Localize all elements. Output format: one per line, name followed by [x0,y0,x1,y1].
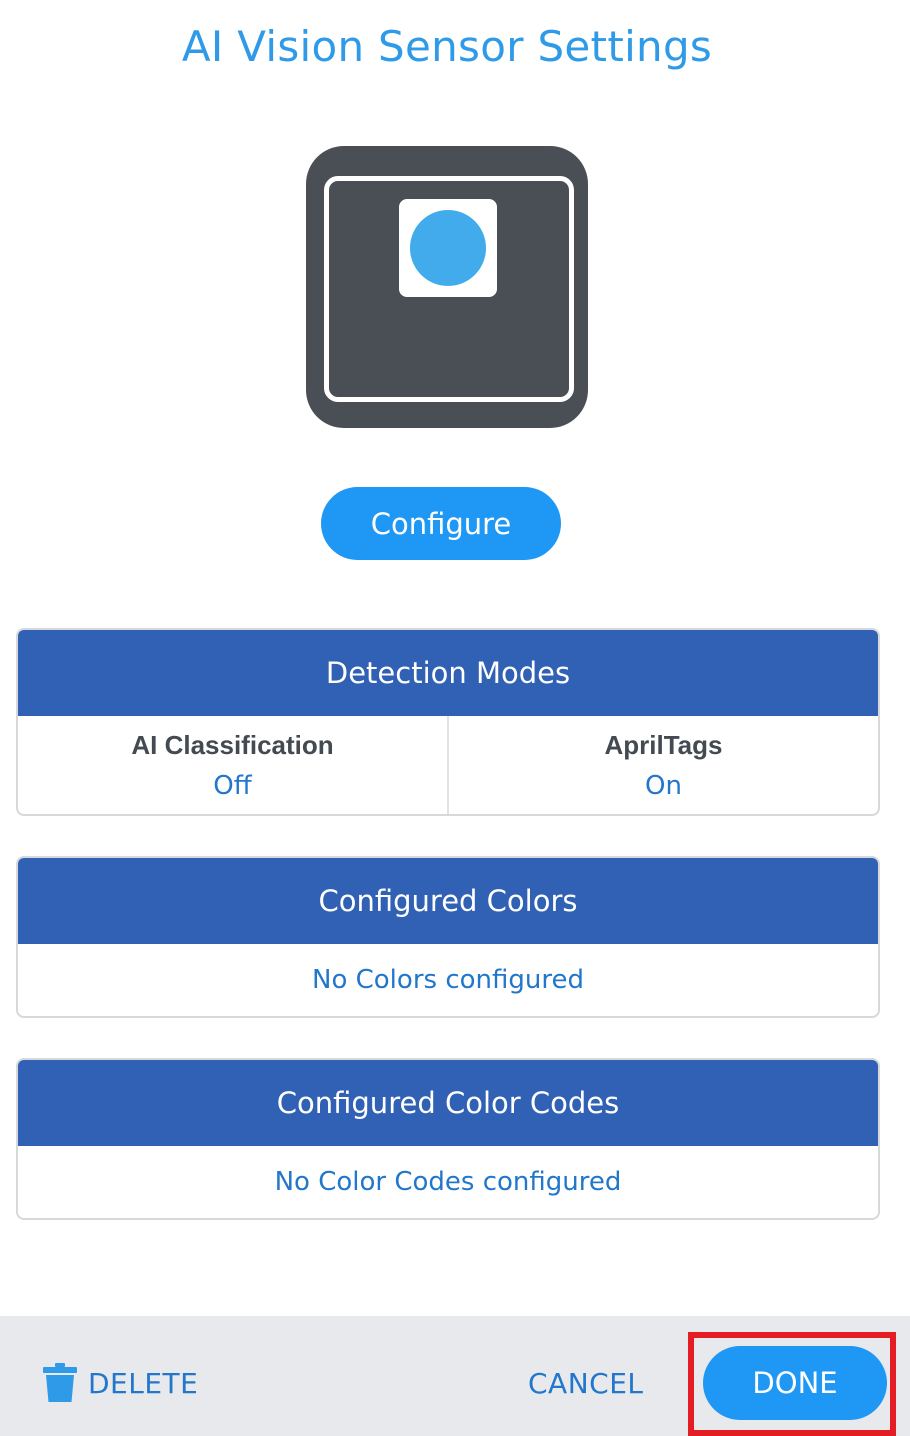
configured-color-codes-panel: Configured Color Codes No Color Codes co… [16,1058,880,1220]
mode-ai-classification[interactable]: AI Classification Off [18,716,447,814]
detection-modes-panel: Detection Modes AI Classification Off Ap… [16,628,880,816]
done-button[interactable]: DONE [703,1346,887,1420]
mode-value: Off [213,770,252,801]
sensor-lens-housing [399,199,497,297]
mode-apriltags[interactable]: AprilTags On [447,716,878,814]
page-title: AI Vision Sensor Settings [181,22,713,71]
trash-icon [43,1363,77,1402]
mode-name: AI Classification [131,729,334,760]
delete-label: DELETE [88,1366,199,1400]
dialog-footer: DELETE CANCEL DONE [0,1316,910,1436]
configured-color-codes-empty: No Color Codes configured [274,1167,622,1197]
configured-colors-panel: Configured Colors No Colors configured [16,856,880,1018]
sensor-frame [324,176,574,402]
configured-color-codes-header: Configured Color Codes [18,1060,878,1146]
configured-colors-header: Configured Colors [18,858,878,944]
mode-name: AprilTags [604,729,723,760]
ai-vision-sensor-icon [306,146,588,428]
mode-value: On [645,770,682,801]
sensor-lens [410,210,486,286]
detection-modes-header: Detection Modes [18,630,878,716]
delete-button[interactable]: DELETE [42,1356,198,1410]
cancel-button[interactable]: CANCEL [528,1356,644,1410]
detection-modes-body: AI Classification Off AprilTags On [18,716,878,814]
sensor-settings-dialog: AI Vision Sensor Settings Configure Dete… [0,0,910,1436]
configure-button[interactable]: Configure [321,487,561,560]
configured-colors-empty: No Colors configured [312,965,584,995]
